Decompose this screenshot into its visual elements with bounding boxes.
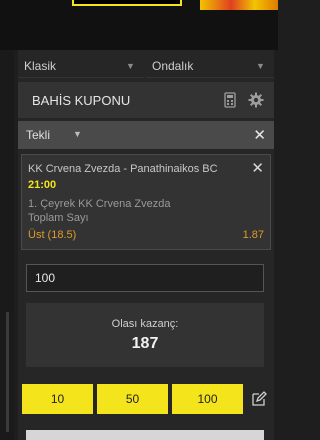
potential-win-value: 187 xyxy=(131,335,159,352)
scrollbar-thumb[interactable] xyxy=(6,312,9,432)
stake-input[interactable] xyxy=(26,264,264,292)
calculator-icon[interactable] xyxy=(222,92,238,108)
chevron-down-icon: ▼ xyxy=(73,129,82,139)
market-name: 1. Çeyrek KK Crvena Zvezda xyxy=(28,198,171,210)
potential-win-box: Olası kazanç: 187 xyxy=(26,303,264,367)
mode-select-value: Klasik xyxy=(24,59,57,73)
filter-selects: Klasik ▼ Ondalık ▼ xyxy=(18,54,274,78)
odds-format-select-value: Ondalık xyxy=(152,59,194,73)
chevron-down-icon: ▼ xyxy=(126,61,135,71)
gear-icon[interactable] xyxy=(248,92,264,108)
bet-selection-card: KK Crvena Zvezda - Panathinaikos BC ✕ 21… xyxy=(21,154,271,250)
market-subname: Toplam Sayı xyxy=(28,212,89,224)
selected-outcome: Üst (18.5) xyxy=(28,229,77,241)
promo-banner[interactable] xyxy=(200,0,278,10)
odds-value: 1.87 xyxy=(242,229,264,241)
edit-icon[interactable] xyxy=(251,391,267,407)
bet-type-select[interactable]: Tekli ▼ ✕ xyxy=(18,121,274,149)
odds-format-select[interactable]: Ondalık ▼ xyxy=(146,54,274,78)
top-accent-tab-inner xyxy=(74,0,180,4)
quick-stake-button[interactable]: 100 xyxy=(172,384,243,414)
close-icon[interactable]: ✕ xyxy=(253,126,266,144)
chevron-down-icon: ▼ xyxy=(256,61,265,71)
betslip-title: BAHİS KUPONU xyxy=(32,93,131,108)
mode-select[interactable]: Klasik ▼ xyxy=(18,54,144,78)
left-scroll-strip xyxy=(0,50,14,440)
quick-stake-button[interactable]: 50 xyxy=(97,384,168,414)
match-time: 21:00 xyxy=(28,179,57,191)
match-name: KK Crvena Zvezda - Panathinaikos BC xyxy=(28,163,218,175)
potential-win-label: Olası kazanç: xyxy=(111,318,179,330)
place-bet-button[interactable] xyxy=(26,430,264,440)
bet-type-value: Tekli xyxy=(26,128,51,142)
betslip-header: BAHİS KUPONU xyxy=(18,82,274,118)
top-bar xyxy=(0,0,278,50)
quick-stake-button[interactable]: 10 xyxy=(22,384,93,414)
close-icon[interactable]: ✕ xyxy=(251,159,264,177)
